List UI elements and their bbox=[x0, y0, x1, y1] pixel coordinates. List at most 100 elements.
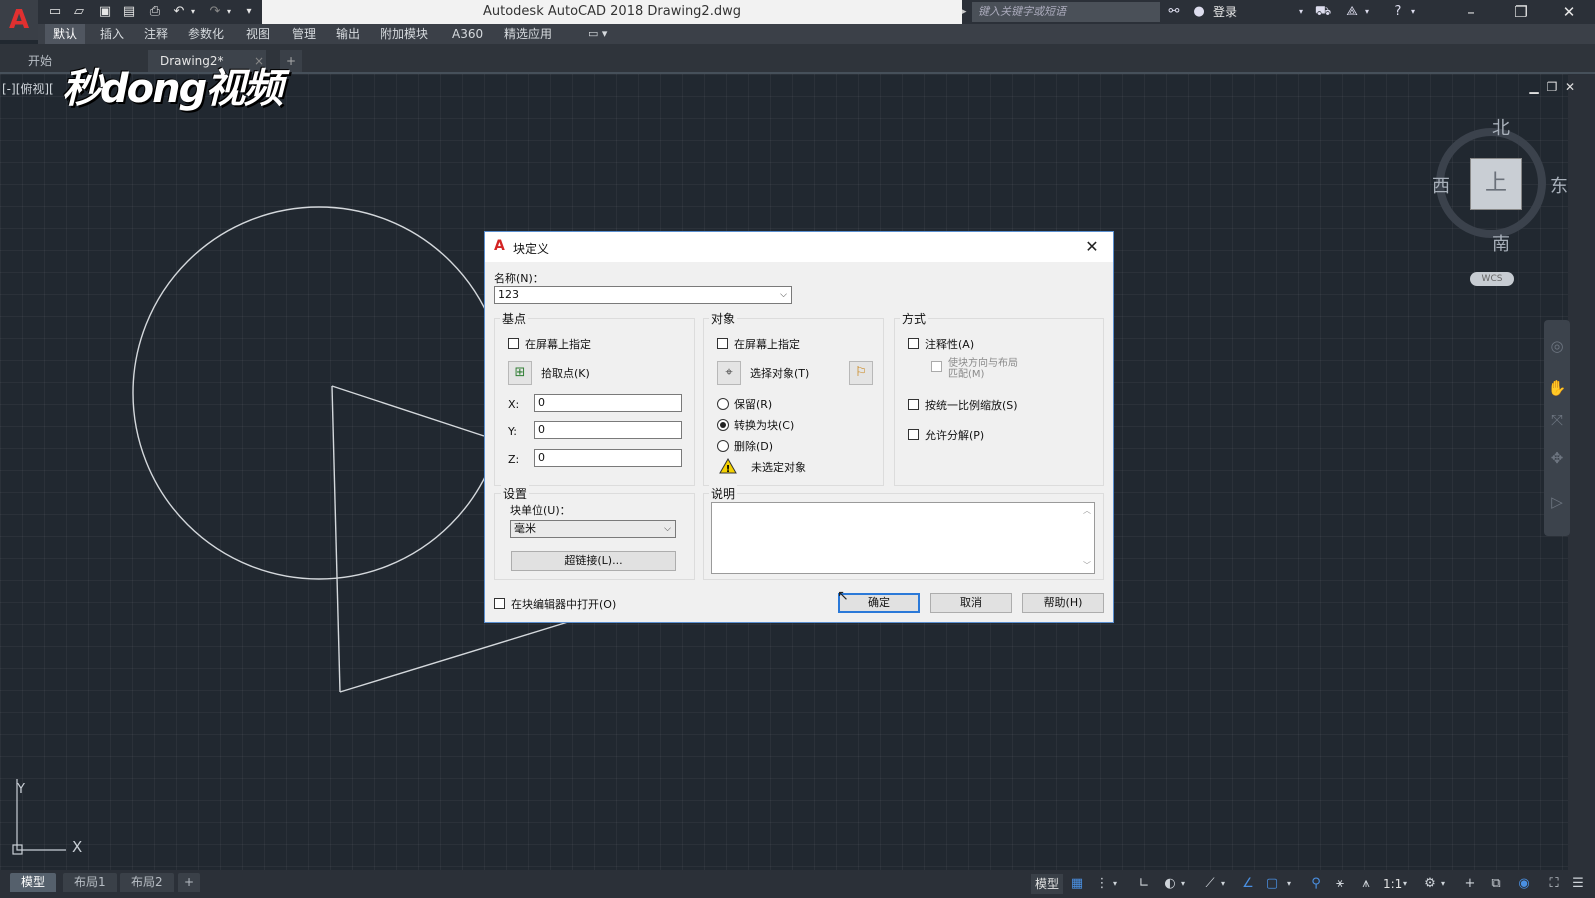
object-snap-tracking-icon[interactable]: ∠ bbox=[1238, 874, 1258, 894]
compass-south[interactable]: 南 bbox=[1492, 230, 1510, 256]
cancel-button[interactable]: 取消 bbox=[930, 593, 1012, 613]
retain-radio[interactable] bbox=[717, 398, 729, 410]
new-file-icon[interactable]: ▭ bbox=[46, 3, 64, 21]
tab-featured-apps[interactable]: 精选应用 bbox=[496, 24, 560, 44]
quick-select-icon[interactable]: ⚐ bbox=[849, 361, 873, 385]
scroll-up-icon[interactable]: ︿ bbox=[1083, 505, 1091, 516]
wcs-menu[interactable]: WCS bbox=[1470, 272, 1514, 286]
tab-insert[interactable]: 插入 bbox=[92, 24, 132, 44]
match-orientation-checkbox[interactable] bbox=[931, 361, 942, 372]
polar-dropdown-icon[interactable]: ▾ bbox=[1178, 874, 1188, 894]
ribbon-minimize-icon[interactable]: ▭ ▾ bbox=[580, 24, 615, 44]
open-in-block-editor-checkbox[interactable] bbox=[494, 598, 505, 609]
hardware-acceleration-icon[interactable]: ◉ bbox=[1514, 874, 1534, 894]
base-specify-onscreen-checkbox[interactable] bbox=[508, 338, 519, 349]
tab-view[interactable]: 视图 bbox=[238, 24, 278, 44]
isodraft-icon[interactable]: ⟋ bbox=[1200, 874, 1220, 894]
annotation-monitor-icon[interactable]: + bbox=[1460, 874, 1480, 894]
pan-hand-icon[interactable]: ✋ bbox=[1547, 378, 1567, 398]
exchange-dropdown-icon[interactable]: ▾ bbox=[1362, 2, 1372, 22]
object-snap-icon[interactable]: ▢ bbox=[1262, 874, 1282, 894]
tab-annotate[interactable]: 注释 bbox=[136, 24, 176, 44]
block-unit-select[interactable]: 毫米 ⌵ bbox=[510, 520, 676, 538]
undo-dropdown-icon[interactable]: ▾ bbox=[188, 3, 198, 21]
viewport-minimize-icon[interactable]: ▁ bbox=[1526, 80, 1542, 94]
redo-icon[interactable]: ↷ bbox=[206, 3, 224, 21]
auto-scale-icon[interactable]: ⚹ bbox=[1330, 874, 1350, 894]
tab-home[interactable]: 默认 bbox=[45, 24, 86, 44]
login-dropdown-icon[interactable]: ▾ bbox=[1296, 2, 1306, 22]
viewport-restore-icon[interactable]: ❐ bbox=[1544, 80, 1560, 94]
layout-tab-model[interactable]: 模型 bbox=[10, 873, 57, 892]
compass-north[interactable]: 北 bbox=[1492, 114, 1510, 140]
viewport-controls-label[interactable]: [-][俯视][ bbox=[2, 80, 54, 97]
ok-button[interactable]: 确定 bbox=[838, 593, 920, 613]
customization-menu-icon[interactable]: ☰ bbox=[1568, 874, 1588, 894]
orbit-icon[interactable]: ✥ bbox=[1547, 448, 1567, 468]
help-button[interactable]: 帮助(H) bbox=[1022, 593, 1104, 613]
convert-to-block-radio[interactable] bbox=[717, 419, 729, 431]
help-dropdown-icon[interactable]: ▾ bbox=[1408, 2, 1418, 22]
tab-parametric[interactable]: 参数化 bbox=[180, 24, 232, 44]
tab-manage[interactable]: 管理 bbox=[284, 24, 324, 44]
polar-tracking-icon[interactable]: ◐ bbox=[1160, 874, 1180, 894]
user-icon[interactable]: ● bbox=[1190, 2, 1208, 22]
tab-start[interactable]: 开始 bbox=[16, 50, 64, 72]
search-expand-icon[interactable]: ▸ bbox=[962, 2, 972, 22]
hyperlink-button[interactable]: 超链接(L)... bbox=[511, 551, 676, 571]
login-link[interactable]: 登录 bbox=[1213, 2, 1237, 22]
layout-tab-layout1[interactable]: 布局1 bbox=[63, 873, 117, 892]
viewport-close-icon[interactable]: ✕ bbox=[1562, 80, 1578, 94]
save-icon[interactable]: ▣ bbox=[96, 3, 114, 21]
steering-wheel-icon[interactable]: ◎ bbox=[1547, 336, 1567, 356]
new-tab-icon[interactable]: + bbox=[280, 50, 303, 72]
viewcube-top-face[interactable]: 上 bbox=[1470, 158, 1522, 210]
tab-addins[interactable]: 附加模块 bbox=[372, 24, 436, 44]
objects-specify-onscreen-checkbox[interactable] bbox=[717, 338, 728, 349]
workspace-gear-icon[interactable]: ⚙ bbox=[1420, 874, 1440, 894]
add-layout-icon[interactable]: + bbox=[178, 873, 201, 892]
showmotion-icon[interactable]: ▷ bbox=[1547, 492, 1567, 512]
app-menu-button[interactable]: A bbox=[0, 0, 38, 40]
delete-radio[interactable] bbox=[717, 440, 729, 452]
search-input[interactable]: 键入关键字或短语 bbox=[972, 2, 1160, 22]
annotation-visibility-icon[interactable]: ⚲ bbox=[1306, 874, 1326, 894]
x-input[interactable]: 0 bbox=[534, 394, 682, 412]
customize-toolbar-icon[interactable]: ▾ bbox=[240, 3, 258, 21]
undo-icon[interactable]: ↶ bbox=[170, 3, 188, 21]
save-as-icon[interactable]: ▤ bbox=[120, 3, 138, 21]
uniform-scale-checkbox[interactable] bbox=[908, 399, 919, 410]
annotative-checkbox[interactable] bbox=[908, 338, 919, 349]
select-objects-icon[interactable]: ⌖ bbox=[717, 361, 741, 385]
print-icon[interactable]: ⎙ bbox=[146, 3, 164, 21]
redo-dropdown-icon[interactable]: ▾ bbox=[224, 3, 234, 21]
annotation-scale-icon[interactable]: ⩚ bbox=[1356, 874, 1376, 894]
pick-point-icon[interactable]: ⊞ bbox=[508, 361, 532, 385]
allow-explode-checkbox[interactable] bbox=[908, 429, 919, 440]
binoculars-icon[interactable]: ⚯ bbox=[1164, 2, 1184, 22]
clean-screen-icon[interactable]: ⛶ bbox=[1544, 874, 1564, 894]
dialog-close-icon[interactable]: ✕ bbox=[1081, 236, 1103, 258]
compass-west[interactable]: 西 bbox=[1432, 172, 1450, 198]
isolate-objects-icon[interactable]: ⧉ bbox=[1486, 874, 1506, 894]
compass-east[interactable]: 东 bbox=[1550, 172, 1568, 198]
cart-icon[interactable]: ⛟ bbox=[1312, 2, 1334, 22]
model-space-button[interactable]: 模型 bbox=[1031, 874, 1064, 894]
z-input[interactable]: 0 bbox=[534, 449, 682, 467]
vertical-scrollbar[interactable] bbox=[1568, 74, 1595, 870]
y-input[interactable]: 0 bbox=[534, 421, 682, 439]
block-name-combobox[interactable]: 123 ⌵ bbox=[494, 286, 792, 304]
workspace-dropdown-icon[interactable]: ▾ bbox=[1438, 874, 1448, 894]
layout-tab-layout2[interactable]: 布局2 bbox=[120, 873, 174, 892]
minimize-icon[interactable]: – bbox=[1448, 0, 1494, 24]
tab-a360[interactable]: A360 bbox=[444, 24, 491, 44]
tab-output[interactable]: 输出 bbox=[328, 24, 368, 44]
grid-icon[interactable]: ▦ bbox=[1067, 874, 1087, 894]
isodraft-dropdown-icon[interactable]: ▾ bbox=[1218, 874, 1228, 894]
zoom-extents-icon[interactable]: ⤧ bbox=[1547, 410, 1567, 430]
restore-icon[interactable]: ❐ bbox=[1498, 0, 1544, 24]
snap-icon[interactable]: ⋮ bbox=[1092, 874, 1112, 894]
description-textarea[interactable] bbox=[711, 502, 1095, 574]
help-icon[interactable]: ? bbox=[1388, 2, 1408, 22]
ortho-icon[interactable]: ∟ bbox=[1134, 874, 1154, 894]
